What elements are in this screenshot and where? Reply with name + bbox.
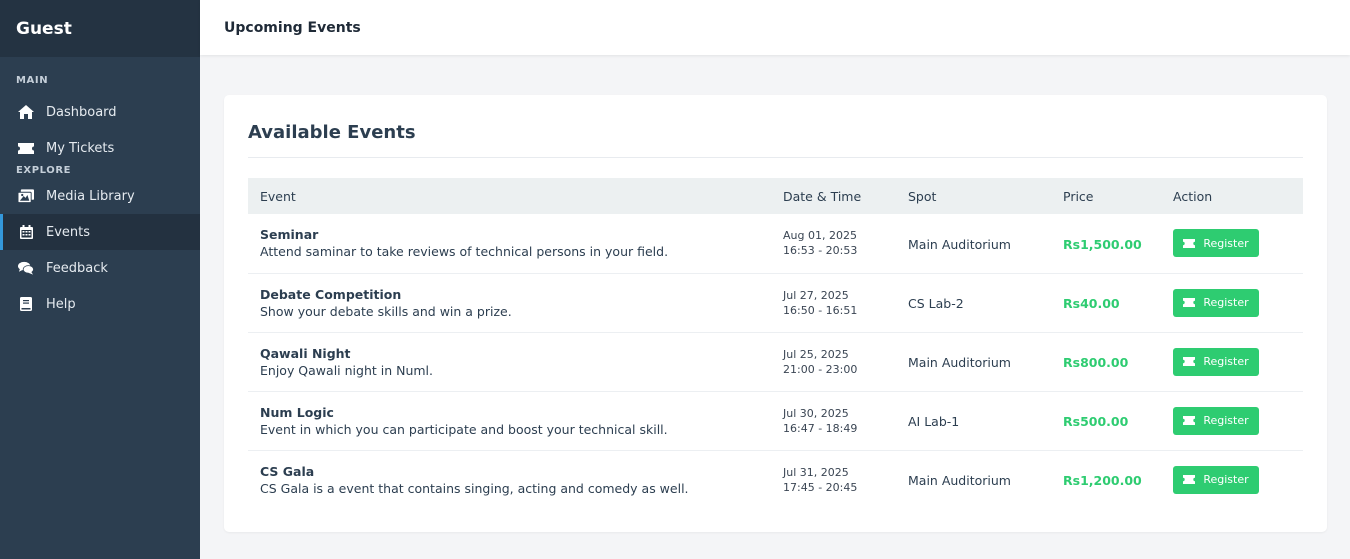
- event-price: Rs1,200.00: [1063, 473, 1142, 489]
- column-header-date-time: Date & Time: [783, 188, 862, 204]
- event-time: 21:00 - 23:00: [783, 362, 858, 376]
- calendar-icon: [18, 224, 34, 240]
- ticket-icon: [1183, 475, 1196, 485]
- ticket-icon: [1183, 298, 1196, 307]
- table-row: Num Logic Event in which you can particip…: [248, 391, 1303, 450]
- event-description: Event in which you can participate and b…: [260, 421, 668, 437]
- event-spot: AI Lab-1: [908, 414, 960, 429]
- column-header-price: Price: [1063, 188, 1094, 204]
- events-table: Event Date & Time Spot Price Action Semi…: [248, 178, 1303, 509]
- sidebar-item-label: Dashboard: [46, 104, 117, 120]
- images-icon: [18, 188, 34, 204]
- event-date: Jul 31, 2025: [783, 465, 849, 479]
- brand-title: Guest: [0, 0, 200, 57]
- sidebar-item-label: Media Library: [46, 188, 135, 204]
- event-spot: Main Auditorium: [908, 236, 1011, 252]
- ticket-icon: [1183, 416, 1196, 425]
- event-description: Enjoy Qawali night in Numl.: [260, 362, 434, 378]
- table-header-row: Event Date & Time Spot Price Action: [248, 178, 1303, 214]
- home-icon: [18, 104, 34, 120]
- event-time: 16:47 - 18:49: [783, 421, 858, 435]
- sidebar-item-help[interactable]: Help: [0, 286, 200, 322]
- event-time: 16:53 - 20:53: [783, 244, 858, 258]
- column-header-action: Action: [1173, 188, 1213, 204]
- ticket-icon: [1183, 238, 1196, 248]
- section-label-explore: EXPLORE: [16, 165, 72, 176]
- event-time: 16:50 - 16:51: [783, 303, 858, 317]
- event-date: Jul 25, 2025: [783, 347, 849, 361]
- event-title: Seminar: [260, 227, 319, 243]
- table-row: CS Gala CS Gala is a event that contains …: [248, 450, 1303, 509]
- event-price: Rs40.00: [1063, 296, 1120, 311]
- page-title: Upcoming Events: [224, 19, 361, 36]
- register-label: Register: [1203, 296, 1249, 309]
- event-description: Show your debate skills and win a prize.: [260, 303, 512, 319]
- sidebar-item-media-library[interactable]: Media Library: [0, 178, 200, 214]
- column-header-spot: Spot: [908, 188, 937, 204]
- event-date: Jul 27, 2025: [783, 288, 849, 302]
- sidebar-item-feedback[interactable]: Feedback: [0, 250, 200, 286]
- event-title: CS Gala: [260, 463, 315, 479]
- top-bar: Upcoming Events: [200, 0, 1350, 55]
- register-button[interactable]: Register: [1173, 406, 1259, 435]
- event-title: Debate Competition: [260, 286, 402, 302]
- register-label: Register: [1203, 414, 1249, 427]
- events-card: Available Events Event Date & Time Spot …: [224, 95, 1327, 532]
- event-description: CS Gala is a event that contains singing…: [260, 480, 689, 496]
- sidebar-item-label: Events: [46, 224, 91, 240]
- divider: [248, 157, 1303, 158]
- event-spot: Main Auditorium: [908, 355, 1011, 370]
- ticket-icon: [1183, 357, 1196, 366]
- event-description: Attend saminar to take reviews of techni…: [260, 244, 669, 260]
- sidebar: Guest MAIN Dashboard My Tickets EXPLORE …: [0, 0, 200, 559]
- sidebar-item-label: Help: [46, 296, 76, 312]
- card-title: Available Events: [248, 122, 416, 143]
- event-title: Qawali Night: [260, 345, 351, 361]
- comments-icon: [18, 260, 34, 276]
- sidebar-item-dashboard[interactable]: Dashboard: [0, 94, 200, 130]
- table-row: Qawali Night Enjoy Qawali night in Numl. …: [248, 332, 1303, 391]
- table-row: Seminar Attend saminar to take reviews of…: [248, 214, 1303, 273]
- sidebar-item-label: My Tickets: [46, 140, 115, 156]
- ticket-icon: [18, 140, 34, 156]
- event-spot: CS Lab-2: [908, 296, 964, 311]
- register-label: Register: [1203, 355, 1249, 368]
- book-icon: [18, 296, 34, 312]
- register-button[interactable]: Register: [1173, 465, 1259, 494]
- event-price: Rs1,500.00: [1063, 236, 1142, 252]
- register-label: Register: [1203, 236, 1249, 250]
- column-header-event: Event: [260, 188, 296, 204]
- event-title: Num Logic: [260, 404, 334, 420]
- event-date: Aug 01, 2025: [783, 229, 857, 243]
- sidebar-item-my-tickets[interactable]: My Tickets: [0, 130, 200, 166]
- sidebar-item-label: Feedback: [46, 260, 108, 276]
- event-price: Rs500.00: [1063, 414, 1129, 429]
- register-button[interactable]: Register: [1173, 347, 1259, 376]
- event-time: 17:45 - 20:45: [783, 480, 858, 494]
- register-button[interactable]: Register: [1173, 288, 1259, 317]
- register-label: Register: [1203, 473, 1249, 487]
- register-button[interactable]: Register: [1173, 229, 1259, 258]
- event-price: Rs800.00: [1063, 355, 1129, 370]
- event-date: Jul 30, 2025: [783, 406, 849, 420]
- section-label-main: MAIN: [16, 75, 49, 86]
- sidebar-item-events[interactable]: Events: [0, 214, 200, 250]
- event-spot: Main Auditorium: [908, 473, 1011, 489]
- table-row: Debate Competition Show your debate skill…: [248, 273, 1303, 332]
